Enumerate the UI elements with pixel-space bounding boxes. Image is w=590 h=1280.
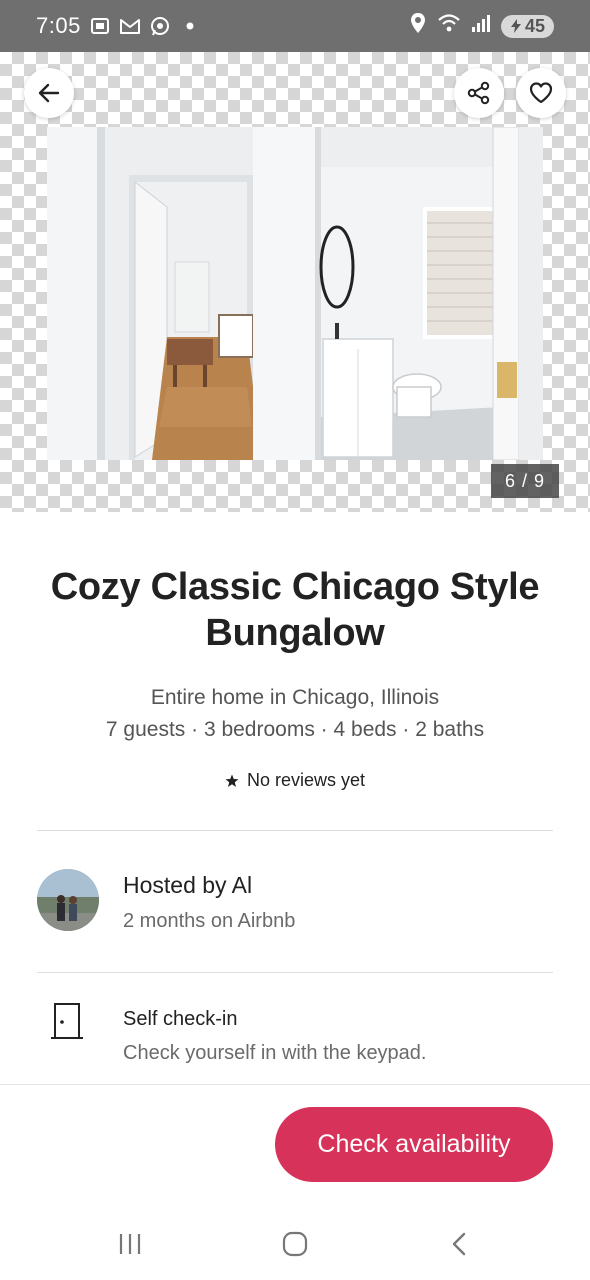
star-icon xyxy=(225,774,239,787)
listing-location: Entire home in Chicago, Illinois xyxy=(150,686,440,709)
whatsapp-icon xyxy=(149,15,171,37)
share-button[interactable] xyxy=(454,68,504,118)
listing-title: Cozy Classic Chicago Style Bungalow xyxy=(50,566,540,654)
photo-gallery[interactable]: 6 / 9 xyxy=(0,52,590,512)
host-photo xyxy=(37,869,99,931)
feature-title: Self check-in xyxy=(123,1008,238,1030)
bottom-action-bar: Check availability xyxy=(0,1084,590,1204)
home-button[interactable] xyxy=(275,1224,315,1264)
gmail-icon xyxy=(119,15,141,37)
screenshot-icon xyxy=(89,15,111,37)
host-name: Hosted by Al xyxy=(123,872,253,898)
recents-button[interactable] xyxy=(110,1224,150,1264)
dot-icon xyxy=(179,15,201,37)
system-nav-bar xyxy=(0,1204,590,1280)
status-left: 7:05 xyxy=(36,13,201,39)
home-icon xyxy=(282,1231,308,1257)
heart-icon xyxy=(529,82,553,104)
listing-details-sheet: Cozy Classic Chicago Style Bungalow Enti… xyxy=(0,512,590,1084)
reviews-text: No reviews yet xyxy=(246,770,366,790)
bolt-icon xyxy=(510,19,521,33)
reviews-row: No reviews yet xyxy=(0,770,590,791)
status-time: 7:05 xyxy=(36,13,81,38)
back-icon xyxy=(452,1232,466,1256)
check-availability-button[interactable]: Check availability xyxy=(275,1107,553,1182)
status-bar: 7:05 45 xyxy=(0,0,590,52)
door-icon xyxy=(50,1002,84,1042)
share-icon xyxy=(467,81,490,105)
photo-counter: 6 / 9 xyxy=(491,464,559,498)
signal-icon xyxy=(471,13,491,39)
status-right: 45 xyxy=(409,12,554,40)
feature-subtitle: Check yourself in with the keypad. xyxy=(123,1042,427,1064)
host-avatar[interactable] xyxy=(37,869,99,931)
battery-indicator: 45 xyxy=(500,14,554,38)
listing-details: 7 guests · 3 bedrooms · 4 beds · 2 baths xyxy=(105,718,485,741)
favorite-button[interactable] xyxy=(516,68,566,118)
divider xyxy=(37,972,553,973)
divider xyxy=(37,830,553,831)
nav-back-button[interactable] xyxy=(440,1224,480,1264)
location-icon xyxy=(409,12,427,40)
arrow-left-icon xyxy=(38,83,60,103)
recents-icon xyxy=(119,1234,141,1254)
battery-level: 45 xyxy=(524,15,545,36)
listing-photo[interactable] xyxy=(47,127,543,460)
wifi-icon xyxy=(437,13,461,39)
interior-photo-illustration xyxy=(47,127,543,460)
back-button[interactable] xyxy=(24,68,74,118)
host-tenure: 2 months on Airbnb xyxy=(123,910,296,932)
